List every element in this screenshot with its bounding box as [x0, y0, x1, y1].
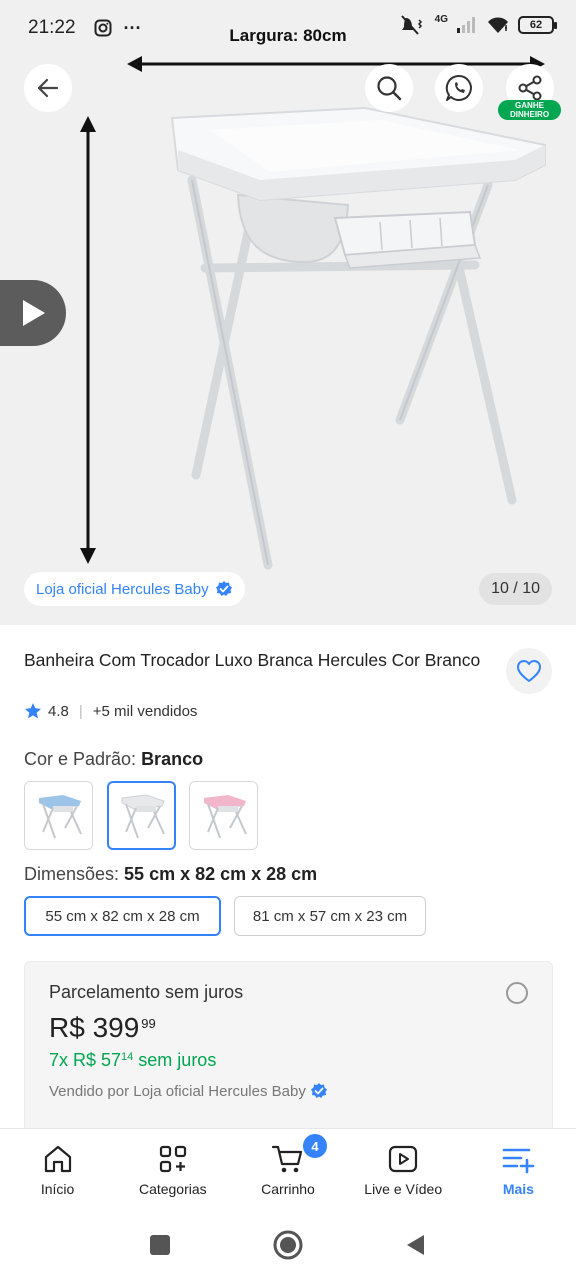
nav-label-more: Mais — [502, 1181, 534, 1197]
whatsapp-button[interactable] — [435, 64, 483, 112]
back-system-button[interactable] — [404, 1233, 428, 1257]
sold-count: +5 mil vendidos — [92, 702, 198, 720]
rating-value: 4.8 — [48, 702, 69, 720]
color-swatch-white[interactable] — [107, 781, 176, 850]
verified-icon — [310, 1083, 327, 1098]
home-icon — [44, 1145, 71, 1173]
product-thumbnail-pink — [203, 794, 247, 838]
cart-icon — [271, 1145, 303, 1173]
wifi-icon — [488, 17, 508, 33]
store-pill-label: Loja oficial Hercules Baby — [36, 580, 209, 598]
play-video-button[interactable] — [0, 280, 66, 346]
installment-cents: 14 — [121, 1051, 134, 1063]
earn-badge-line1: GANHE — [515, 101, 544, 110]
arrow-left-icon — [37, 78, 59, 98]
price-main: R$ 399 — [49, 1012, 140, 1043]
installment-info: 7x R$ 5714 sem juros — [49, 1050, 216, 1071]
installment-prefix: 7x R$ 57 — [49, 1050, 122, 1070]
menu-plus-icon — [503, 1148, 535, 1174]
cart-count-badge: 4 — [302, 1134, 327, 1158]
image-counter: 10 / 10 — [479, 573, 552, 605]
nav-item-live-video[interactable]: Live e Vídeo — [346, 1129, 461, 1210]
status-time: 21:22 — [28, 17, 76, 38]
star-icon — [25, 703, 41, 719]
installment-radio[interactable] — [506, 982, 528, 1004]
mute-vibrate-icon — [400, 15, 422, 35]
battery-level: 62 — [529, 19, 543, 31]
back-button[interactable] — [24, 64, 72, 112]
product-thumbnail-blue — [38, 794, 82, 838]
favorite-button[interactable] — [506, 648, 552, 694]
search-button[interactable] — [365, 64, 413, 112]
nav-item-cart[interactable]: 4 Carrinho — [230, 1129, 345, 1210]
bottom-navigation: Início Categorias 4 Carrinho Live e Víde… — [0, 1128, 576, 1210]
official-store-pill[interactable]: Loja oficial Hercules Baby — [24, 572, 245, 606]
color-section-label: Cor e Padrão: Branco — [24, 749, 203, 770]
network-type: 4G — [434, 13, 448, 25]
rating-separator: | — [78, 702, 83, 720]
signal-icon — [457, 17, 475, 33]
dimension-value: 55 cm x 82 cm x 28 cm — [124, 864, 318, 884]
installment-suffix: sem juros — [133, 1050, 217, 1070]
status-bar: 21:22 ··· 4G 62 — [0, 0, 576, 56]
categories-icon — [159, 1145, 186, 1173]
heart-icon — [517, 660, 541, 682]
nav-item-more[interactable]: Mais — [461, 1129, 576, 1210]
seller-label: Vendido por Loja oficial Hercules Baby — [49, 1082, 306, 1100]
installment-option-card[interactable]: Parcelamento sem juros R$ 399 99 7x R$ 57… — [24, 961, 553, 1141]
price-cents: 99 — [141, 1016, 156, 1031]
product-image — [80, 56, 546, 570]
color-swatch-blue[interactable] — [24, 781, 93, 850]
earn-money-badge[interactable]: GANHE DINHEIRO — [498, 100, 561, 120]
battery-indicator: 62 — [518, 16, 557, 34]
dimension-section-label: Dimensões: 55 cm x 82 cm x 28 cm — [24, 864, 317, 885]
home-system-button[interactable] — [272, 1229, 304, 1261]
product-thumbnail-white — [121, 793, 165, 838]
system-navigation-bar — [0, 1210, 576, 1280]
nav-label-cart: Carrinho — [261, 1181, 315, 1197]
dimension-label: Dimensões: — [24, 864, 125, 884]
product-title: Banheira Com Trocador Luxo Branca Hercul… — [24, 650, 481, 670]
recent-apps-button[interactable] — [148, 1233, 172, 1257]
nav-item-categories[interactable]: Categorias — [115, 1129, 230, 1210]
share-icon — [518, 75, 542, 101]
nav-item-home[interactable]: Início — [0, 1129, 115, 1210]
color-value: Branco — [141, 749, 204, 769]
nav-label-live-video: Live e Vídeo — [364, 1181, 443, 1197]
price: R$ 399 99 — [49, 1012, 156, 1044]
rating-row[interactable]: 4.8 | +5 mil vendidos — [24, 702, 197, 720]
seller-info: Vendido por Loja oficial Hercules Baby — [49, 1082, 328, 1100]
dimension-option[interactable]: 55 cm x 82 cm x 28 cm — [24, 896, 221, 936]
play-icon — [23, 300, 45, 326]
installment-title: Parcelamento sem juros — [49, 982, 244, 1002]
color-swatch-pink[interactable] — [189, 781, 258, 850]
status-more: ··· — [123, 17, 142, 38]
instagram-icon — [94, 19, 112, 37]
verified-icon — [215, 581, 232, 596]
search-icon — [377, 76, 402, 101]
nav-label-categories: Categorias — [138, 1181, 207, 1197]
whatsapp-icon — [445, 74, 472, 101]
product-image-gallery[interactable]: Largura: 80cm GANHE DINHEIRO Loja oficia… — [0, 0, 576, 625]
dimension-option[interactable]: 81 cm x 57 cm x 23 cm — [234, 896, 426, 936]
nav-label-home: Início — [40, 1181, 75, 1197]
color-label: Cor e Padrão: — [24, 749, 142, 769]
play-video-icon — [389, 1145, 418, 1173]
earn-badge-line2: DINHEIRO — [509, 110, 550, 119]
